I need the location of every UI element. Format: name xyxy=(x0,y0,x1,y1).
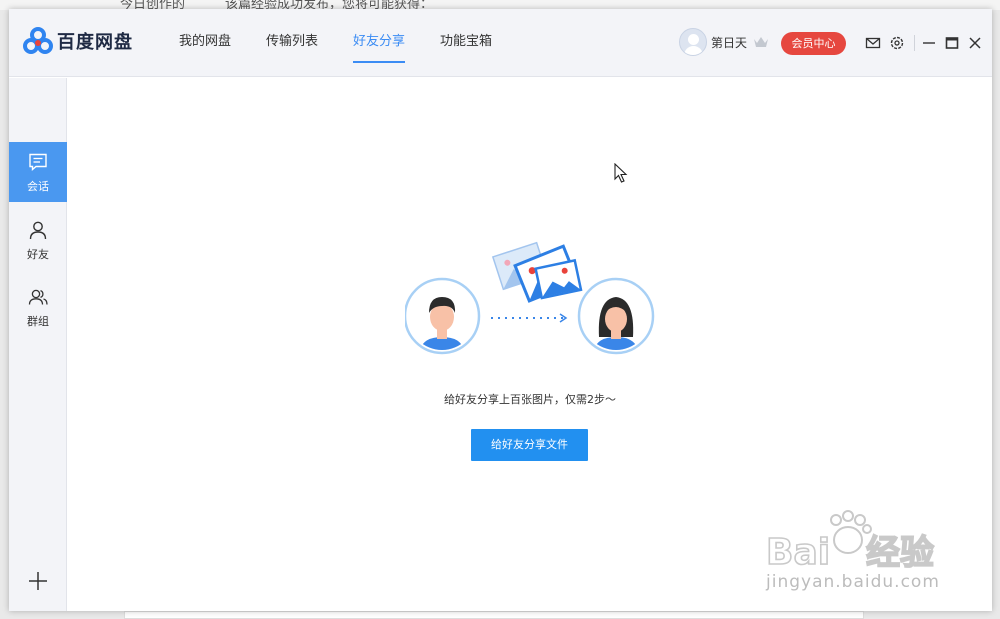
female-avatar-icon xyxy=(577,277,655,355)
arrow-icon xyxy=(491,313,568,323)
sidebar: 会话 好友 群组 xyxy=(9,78,67,611)
close-icon[interactable] xyxy=(967,35,983,51)
app-logo: 百度网盘 xyxy=(23,26,133,56)
sidebar-item-label: 好友 xyxy=(27,248,49,261)
sidebar-item-chat[interactable]: 会话 xyxy=(9,142,67,202)
group-icon xyxy=(28,289,48,305)
toolbar-divider xyxy=(914,35,915,51)
main-nav: 我的网盘 传输列表 好友分享 功能宝箱 xyxy=(179,9,527,77)
title-bar: 百度网盘 我的网盘 传输列表 好友分享 功能宝箱 第日天 会员中心 xyxy=(9,9,992,77)
tab-transfer-list[interactable]: 传输列表 xyxy=(266,9,318,77)
svg-text:经验: 经验 xyxy=(866,533,934,573)
image-icon xyxy=(491,241,583,303)
vip-center-button[interactable]: 会员中心 xyxy=(781,32,846,55)
person-icon xyxy=(29,221,47,240)
user-profile[interactable]: 第日天 xyxy=(679,28,769,56)
watermark-site: jingyan.baidu.com xyxy=(766,572,940,592)
maximize-icon[interactable] xyxy=(944,35,960,51)
mouse-cursor-icon xyxy=(614,163,628,183)
user-name[interactable]: 第日天 xyxy=(711,34,747,51)
settings-icon[interactable] xyxy=(889,35,905,51)
chat-icon xyxy=(29,153,47,172)
mail-icon[interactable] xyxy=(865,35,881,51)
app-name: 百度网盘 xyxy=(57,32,133,53)
svg-text:Bai: Bai xyxy=(766,532,830,573)
male-avatar-icon xyxy=(405,277,481,355)
tab-toolbox[interactable]: 功能宝箱 xyxy=(440,9,492,77)
friend-share-illustration xyxy=(405,241,655,355)
tab-friend-share[interactable]: 好友分享 xyxy=(353,9,406,77)
avatar[interactable] xyxy=(679,28,707,56)
plus-icon[interactable] xyxy=(27,570,49,592)
tab-my-disk[interactable]: 我的网盘 xyxy=(179,9,231,77)
minimize-icon[interactable] xyxy=(921,35,937,51)
crown-icon xyxy=(754,37,769,47)
sidebar-item-friends[interactable]: 好友 xyxy=(9,210,67,270)
sidebar-item-groups[interactable]: 群组 xyxy=(9,277,67,337)
share-to-friend-button[interactable]: 给好友分享文件 xyxy=(471,429,588,461)
share-hint-text: 给好友分享上百张图片，仅需2步～ xyxy=(444,393,616,406)
background-page-bottom xyxy=(124,611,864,619)
cloud-logo-icon xyxy=(23,27,53,54)
sidebar-item-label: 会话 xyxy=(27,180,49,193)
sidebar-item-label: 群组 xyxy=(27,315,49,328)
avatar-head-icon xyxy=(688,34,699,45)
avatar-body-icon xyxy=(684,46,703,55)
